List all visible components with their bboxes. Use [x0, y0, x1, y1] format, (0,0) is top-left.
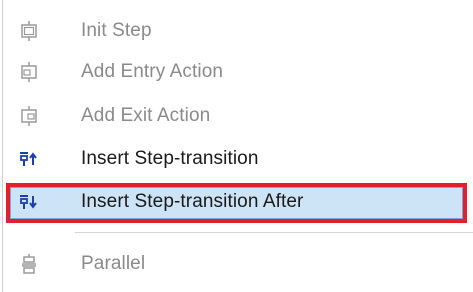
menu-item-insert-step-transition[interactable]: Insert Step-transition	[0, 139, 473, 179]
menu-item-label: Insert Step-transition	[81, 148, 259, 169]
add-exit-action-icon	[19, 106, 39, 126]
menu-item-add-exit-action[interactable]: Add Exit Action	[0, 96, 473, 136]
menu-item-label: Parallel	[81, 253, 146, 274]
menu-item-parallel[interactable]: Parallel	[0, 244, 473, 284]
menu-item-label: Init Step	[81, 20, 152, 41]
menu-item-label: Add Exit Action	[81, 105, 211, 126]
menu-separator	[75, 232, 473, 233]
insert-step-transition-after-icon	[19, 192, 39, 212]
add-entry-action-icon	[19, 62, 39, 82]
menu-item-label: Add Entry Action	[81, 61, 224, 82]
menu-item-label: Insert Step-transition After	[81, 191, 304, 212]
menu-item-add-entry-action[interactable]: Add Entry Action	[0, 52, 473, 92]
menu-item-init-step[interactable]: Init Step	[0, 11, 473, 51]
context-menu: Init Step Add Entry Action Add Exit Acti…	[0, 0, 473, 292]
parallel-icon	[19, 254, 39, 274]
menu-item-insert-step-transition-after[interactable]: Insert Step-transition After	[0, 182, 473, 222]
insert-step-transition-before-icon	[19, 149, 39, 169]
init-step-icon	[19, 21, 39, 41]
